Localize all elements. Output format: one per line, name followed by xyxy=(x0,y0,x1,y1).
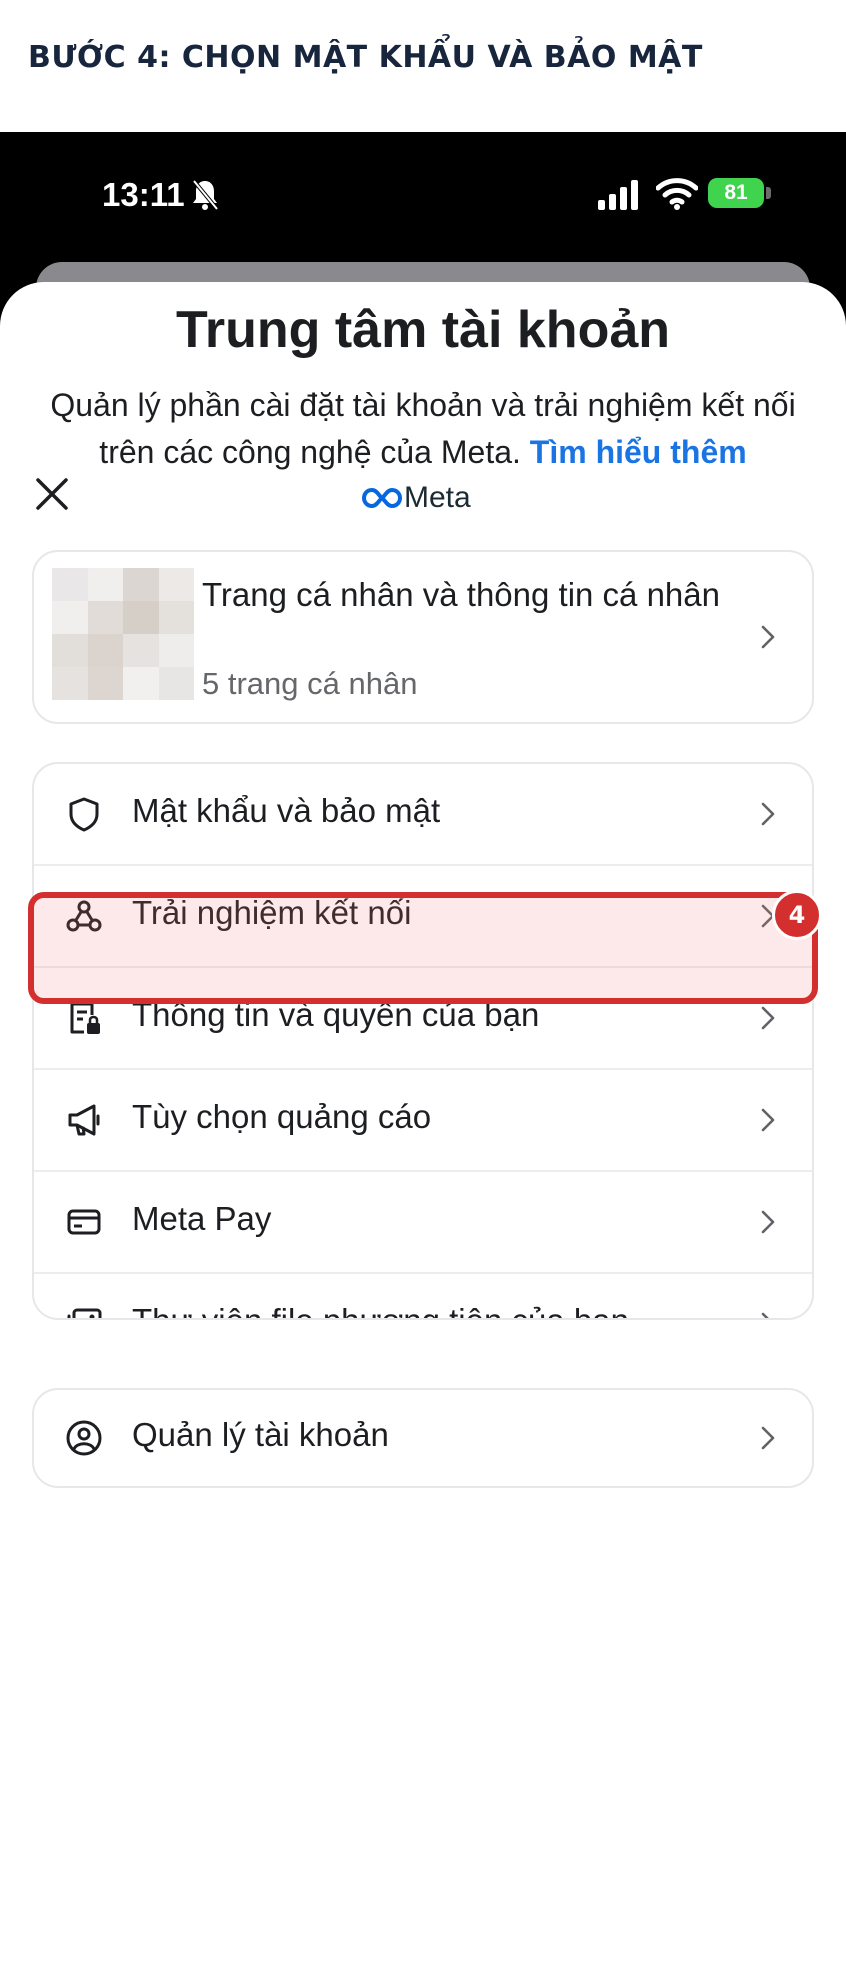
menu-item-label: Thư viện file phương tiện của bạn xyxy=(132,1302,629,1318)
media-library-icon xyxy=(67,1308,102,1318)
shield-icon xyxy=(69,797,99,832)
menu-item-label: Mật khẩu và bảo mật xyxy=(132,792,441,829)
step-number-badge: 4 xyxy=(772,890,822,940)
profile-avatar-pixelated xyxy=(52,568,194,700)
menu-item-label: Trải nghiệm kết nối xyxy=(132,894,412,931)
megaphone-icon xyxy=(68,1104,100,1136)
chevron-right-icon xyxy=(761,802,775,826)
menu-item-media-library[interactable]: Thư viện file phương tiện của bạn xyxy=(34,1274,812,1318)
person-circle-icon xyxy=(66,1420,102,1456)
step-heading: BƯỚC 4: CHỌN MẬT KHẨU VÀ BẢO MẬT xyxy=(28,40,703,75)
profiles-title: Trang cá nhân và thông tin cá nhân xyxy=(202,576,720,613)
chevron-right-icon xyxy=(761,1312,769,1318)
close-icon[interactable] xyxy=(34,476,70,512)
document-lock-icon xyxy=(70,1002,100,1034)
battery-cap xyxy=(766,187,771,199)
profiles-card[interactable]: Trang cá nhân và thông tin cá nhân 5 tra… xyxy=(32,550,814,724)
status-bar: 13:11 81 xyxy=(0,132,846,262)
menu-item-information-permissions[interactable]: Thông tin và quyền của bạn xyxy=(34,968,812,1068)
settings-menu-card: Mật khẩu và bảo mật Trải nghiệm kết nối xyxy=(32,762,814,1320)
page-description: Quản lý phần cài đặt tài khoản và trải n… xyxy=(36,382,810,476)
chevron-right-icon xyxy=(761,1108,775,1132)
meta-infinity-icon xyxy=(362,487,402,509)
menu-item-label: Thông tin và quyền của bạn xyxy=(132,996,540,1033)
connected-nodes-icon xyxy=(66,900,102,932)
card-icon xyxy=(67,1209,101,1235)
chevron-right-icon xyxy=(761,625,775,649)
menu-item-label: Tùy chọn quảng cáo xyxy=(132,1098,432,1135)
menu-item-meta-pay[interactable]: Meta Pay xyxy=(34,1172,812,1272)
page-title: Trung tâm tài khoản xyxy=(175,301,671,359)
cellular-signal-icon xyxy=(598,180,638,210)
account-management-label: Quản lý tài khoản xyxy=(132,1416,389,1453)
menu-item-password-security[interactable]: Mật khẩu và bảo mật xyxy=(34,764,812,864)
menu-item-ad-preferences[interactable]: Tùy chọn quảng cáo xyxy=(34,1070,812,1170)
battery-indicator: 81 xyxy=(708,178,764,208)
learn-more-link[interactable]: Tìm hiểu thêm xyxy=(530,434,747,470)
meta-wordmark: Meta xyxy=(404,481,471,514)
profiles-count: 5 trang cá nhân xyxy=(202,666,418,701)
wifi-icon xyxy=(656,178,698,210)
status-time: 13:11 xyxy=(102,176,185,213)
meta-logo: Meta xyxy=(362,481,471,514)
chevron-right-icon xyxy=(761,1006,775,1030)
menu-item-account-management[interactable]: Quản lý tài khoản xyxy=(32,1388,814,1488)
chevron-right-icon xyxy=(761,1210,775,1234)
menu-item-label: Meta Pay xyxy=(132,1200,272,1237)
menu-item-connected-experiences[interactable]: Trải nghiệm kết nối xyxy=(34,866,812,966)
chevron-right-icon xyxy=(761,1426,775,1450)
bell-muted-icon xyxy=(192,179,219,211)
